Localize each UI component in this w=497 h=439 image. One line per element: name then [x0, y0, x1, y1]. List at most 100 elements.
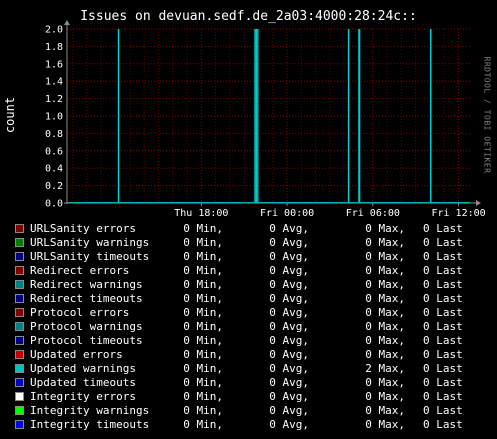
legend-swatch — [15, 280, 24, 289]
legend-max: 0 Max, — [365, 292, 405, 305]
y-tick-label: 2.0 — [45, 25, 63, 36]
legend-last: 0 Last — [423, 278, 463, 291]
legend-swatch — [15, 420, 24, 429]
y-tick-label: 1.2 — [45, 94, 63, 105]
legend-last: 0 Last — [423, 362, 463, 375]
legend-swatch — [15, 336, 24, 345]
legend-row: Redirect warnings 0 Min, 0 Avg, 0 Max, 0 Las… — [15, 278, 497, 292]
legend-row: Integrity warnings 0 Min, 0 Avg, 0 Max, 0 La… — [15, 404, 497, 418]
legend-avg: 0 Avg, — [269, 236, 309, 249]
legend-label: Redirect timeouts — [30, 292, 143, 305]
x-tick-label: Thu 18:00 — [174, 208, 228, 219]
legend-swatch — [15, 322, 24, 331]
legend-avg: 0 Avg, — [269, 390, 309, 403]
legend-avg: 0 Avg, — [269, 278, 309, 291]
legend-last: 0 Last — [423, 334, 463, 347]
legend-label: Integrity errors — [30, 390, 136, 403]
legend-label: URLSanity timeouts — [30, 250, 150, 263]
legend-row: Protocol errors 0 Min, 0 Avg, 0 Max, 0 Last — [15, 306, 497, 320]
legend-label: Protocol errors — [30, 306, 130, 319]
legend-label: Protocol timeouts — [30, 334, 143, 347]
legend-last: 0 Last — [423, 250, 463, 263]
legend-label: Updated warnings — [30, 362, 136, 375]
legend-label: Updated timeouts — [30, 376, 136, 389]
legend-label: URLSanity warnings — [30, 236, 150, 249]
legend-row: Updated timeouts 0 Min, 0 Avg, 0 Max, 0 Last — [15, 376, 497, 390]
y-tick-label: 1.4 — [45, 77, 63, 88]
legend-swatch — [15, 406, 24, 415]
legend-min: 0 Min, — [183, 222, 223, 235]
legend-min: 0 Min, — [183, 418, 223, 431]
legend-row: URLSanity timeouts 0 Min, 0 Avg, 0 Max, 0 La… — [15, 250, 497, 264]
y-tick-label: 1.6 — [45, 59, 63, 70]
legend-avg: 0 Avg, — [269, 376, 309, 389]
legend-row: Integrity timeouts 0 Min, 0 Avg, 0 Max, 0 La… — [15, 418, 497, 432]
legend-last: 0 Last — [423, 348, 463, 361]
legend-avg: 0 Avg, — [269, 264, 309, 277]
legend-last: 0 Last — [423, 222, 463, 235]
legend-max: 2 Max, — [365, 362, 405, 375]
legend-label: Updated errors — [30, 348, 123, 361]
legend-min: 0 Min, — [183, 362, 223, 375]
y-tick-label: 0.6 — [45, 146, 63, 157]
legend-row: Protocol warnings 0 Min, 0 Avg, 0 Max, 0 Las… — [15, 320, 497, 334]
legend-max: 0 Max, — [365, 404, 405, 417]
legend-min: 0 Min, — [183, 306, 223, 319]
legend-row: URLSanity warnings 0 Min, 0 Avg, 0 Max, 0 La… — [15, 236, 497, 250]
legend-row: URLSanity errors 0 Min, 0 Avg, 0 Max, 0 Last — [15, 222, 497, 236]
legend-avg: 0 Avg, — [269, 334, 309, 347]
legend-avg: 0 Avg, — [269, 292, 309, 305]
legend-last: 0 Last — [423, 236, 463, 249]
legend-max: 0 Max, — [365, 222, 405, 235]
y-tick-label: 0.2 — [45, 181, 63, 192]
legend-last: 0 Last — [423, 404, 463, 417]
legend-row: Updated errors 0 Min, 0 Avg, 0 Max, 0 Last — [15, 348, 497, 362]
y-tick-label: 0.4 — [45, 164, 63, 175]
chart-legend: URLSanity errors 0 Min, 0 Avg, 0 Max, 0 Last… — [15, 222, 497, 432]
legend-min: 0 Min, — [183, 278, 223, 291]
legend-max: 0 Max, — [365, 376, 405, 389]
legend-max: 0 Max, — [365, 348, 405, 361]
legend-label: URLSanity errors — [30, 222, 136, 235]
legend-swatch — [15, 224, 24, 233]
legend-max: 0 Max, — [365, 320, 405, 333]
x-tick-label: Fri 00:00 — [260, 208, 314, 219]
legend-avg: 0 Avg, — [269, 348, 309, 361]
legend-swatch — [15, 238, 24, 247]
legend-max: 0 Max, — [365, 250, 405, 263]
legend-swatch — [15, 350, 24, 359]
y-axis-arrow — [64, 20, 70, 25]
legend-swatch — [15, 378, 24, 387]
legend-swatch — [15, 266, 24, 275]
legend-max: 0 Max, — [365, 236, 405, 249]
legend-label: Integrity timeouts — [30, 418, 150, 431]
legend-max: 0 Max, — [365, 306, 405, 319]
y-tick-label: 0.8 — [45, 129, 63, 140]
legend-max: 0 Max, — [365, 390, 405, 403]
legend-row: Protocol timeouts 0 Min, 0 Avg, 0 Max, 0 Las… — [15, 334, 497, 348]
legend-min: 0 Min, — [183, 390, 223, 403]
legend-avg: 0 Avg, — [269, 222, 309, 235]
legend-swatch — [15, 294, 24, 303]
chart-plot: 0.0 0.2 0.4 0.6 0.8 1.0 1.2 1.4 1.6 1.8 2.0 Thu 18:… — [45, 20, 486, 219]
legend-row: Redirect errors 0 Min, 0 Avg, 0 Max, 0 Last — [15, 264, 497, 278]
legend-avg: 0 Avg, — [269, 320, 309, 333]
y-tick-label: 1.8 — [45, 42, 63, 53]
x-tick-label: Fri 12:00 — [431, 208, 485, 219]
legend-label: Redirect errors — [30, 264, 130, 277]
legend-min: 0 Min, — [183, 264, 223, 277]
legend-last: 0 Last — [423, 376, 463, 389]
legend-max: 0 Max, — [365, 418, 405, 431]
legend-last: 0 Last — [423, 264, 463, 277]
legend-min: 0 Min, — [183, 404, 223, 417]
legend-max: 0 Max, — [365, 278, 405, 291]
legend-min: 0 Min, — [183, 376, 223, 389]
legend-last: 0 Last — [423, 390, 463, 403]
legend-avg: 0 Avg, — [269, 418, 309, 431]
legend-min: 0 Min, — [183, 320, 223, 333]
legend-label: Redirect warnings — [30, 278, 143, 291]
legend-min: 0 Min, — [183, 236, 223, 249]
legend-swatch — [15, 308, 24, 317]
legend-avg: 0 Avg, — [269, 404, 309, 417]
legend-label: Protocol warnings — [30, 320, 143, 333]
